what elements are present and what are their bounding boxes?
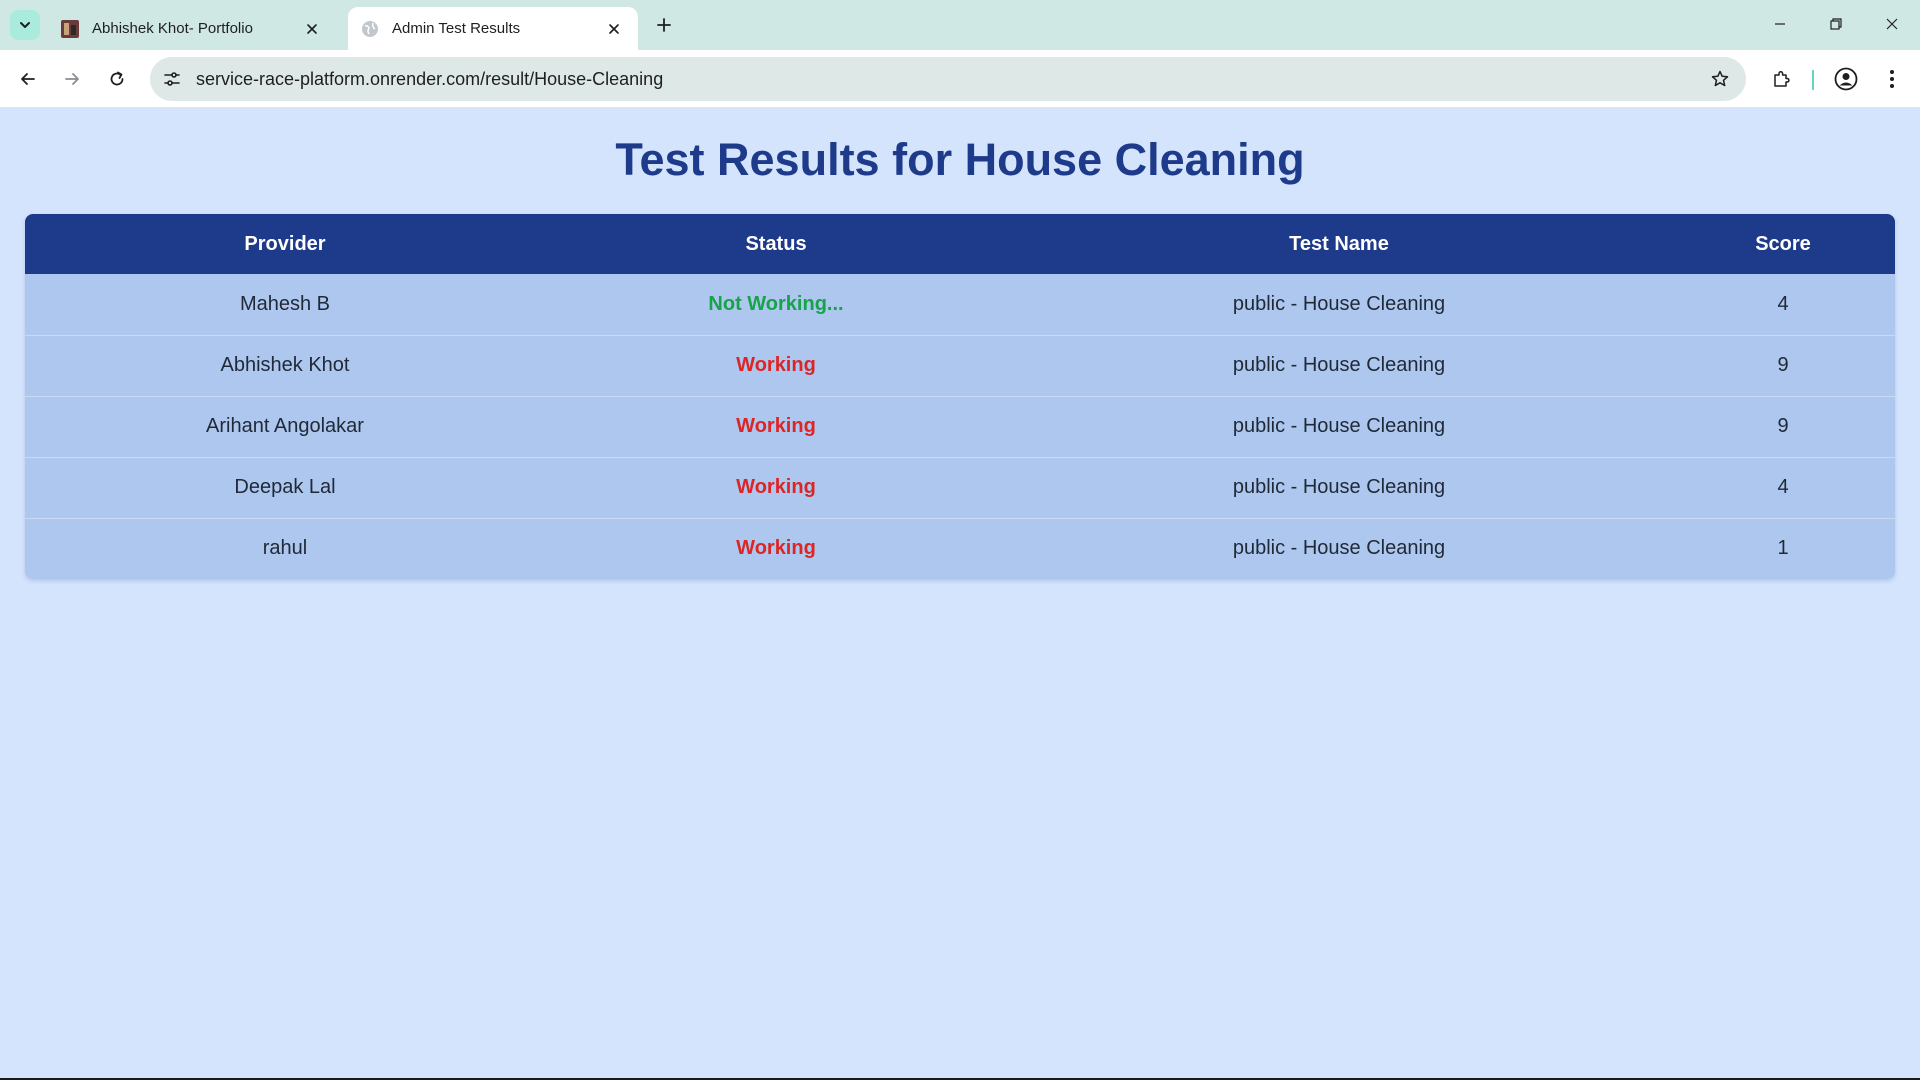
extensions-button[interactable] bbox=[1765, 63, 1797, 95]
table-row: rahul Working public - House Cleaning 1 bbox=[25, 518, 1895, 579]
more-vert-icon bbox=[1890, 70, 1894, 88]
window-controls bbox=[1752, 0, 1920, 48]
url-text[interactable]: service-race-platform.onrender.com/resul… bbox=[196, 69, 1702, 90]
provider-cell: Arihant Angolakar bbox=[206, 415, 364, 437]
globe-icon bbox=[360, 19, 380, 39]
results-table: Provider Status Test Name Score Mahesh B… bbox=[25, 214, 1895, 579]
table-row: Abhishek Khot Working public - House Cle… bbox=[25, 335, 1895, 396]
header-provider: Provider bbox=[244, 232, 326, 255]
test-name-cell: public - House Cleaning bbox=[1232, 292, 1446, 315]
tune-icon bbox=[164, 72, 180, 86]
menu-button[interactable] bbox=[1876, 63, 1908, 95]
profile-button[interactable] bbox=[1830, 63, 1862, 95]
forward-arrow-icon bbox=[65, 73, 79, 85]
provider-cell: Abhishek Khot bbox=[220, 354, 350, 376]
header-score: Score bbox=[1755, 232, 1811, 255]
table-row: Deepak Lal Working public - House Cleani… bbox=[25, 457, 1895, 518]
score-cell: 4 bbox=[1777, 476, 1789, 498]
provider-cell: Deepak Lal bbox=[234, 476, 336, 498]
provider-cell: rahul bbox=[262, 537, 308, 560]
tab-portfolio[interactable]: Abhishek Khot- Portfolio bbox=[48, 7, 336, 50]
provider-cell: Mahesh B bbox=[239, 292, 331, 315]
tab-title: Admin Test Results bbox=[392, 20, 521, 37]
puzzle-icon bbox=[1774, 70, 1790, 87]
header-status: Status bbox=[745, 232, 807, 255]
chevron-down-icon bbox=[20, 22, 30, 28]
profile-icon bbox=[1834, 67, 1858, 91]
browser-toolbar: service-race-platform.onrender.com/resul… bbox=[0, 50, 1920, 108]
test-name-cell: public - House Cleaning bbox=[1232, 415, 1446, 437]
status-cell: Working bbox=[736, 415, 816, 437]
minimize-button[interactable] bbox=[1752, 0, 1808, 48]
page-content: Test Results for House Cleaning Provider… bbox=[0, 108, 1920, 1078]
star-icon bbox=[1711, 70, 1729, 87]
page-title: Test Results for House Cleaning bbox=[615, 134, 1305, 185]
plus-icon bbox=[657, 18, 671, 32]
table-header-row: Provider Status Test Name Score bbox=[25, 214, 1895, 274]
table-row: Arihant Angolakar Working public - House… bbox=[25, 396, 1895, 457]
score-cell: 9 bbox=[1777, 354, 1789, 376]
portfolio-favicon bbox=[60, 19, 80, 39]
back-arrow-icon bbox=[21, 73, 35, 85]
status-cell: Working bbox=[736, 476, 816, 498]
score-cell: 1 bbox=[1777, 537, 1789, 560]
tab-strip: Abhishek Khot- Portfolio Admin Test Resu… bbox=[0, 0, 1920, 50]
close-tab-icon[interactable] bbox=[602, 17, 626, 41]
status-cell: Working bbox=[736, 354, 816, 376]
close-tab-icon[interactable] bbox=[300, 17, 324, 41]
forward-button[interactable] bbox=[56, 63, 88, 95]
close-icon bbox=[1886, 18, 1898, 30]
close-window-button[interactable] bbox=[1864, 0, 1920, 48]
score-cell: 9 bbox=[1777, 415, 1789, 437]
test-name-cell: public - House Cleaning bbox=[1232, 476, 1446, 498]
restore-button[interactable] bbox=[1808, 0, 1864, 48]
header-test-name: Test Name bbox=[1289, 232, 1389, 255]
new-tab-button[interactable] bbox=[650, 11, 678, 39]
restore-icon bbox=[1830, 18, 1842, 30]
table-row: Mahesh B Not Working... public - House C… bbox=[25, 274, 1895, 335]
reload-button[interactable] bbox=[101, 63, 133, 95]
test-name-cell: public - House Cleaning bbox=[1232, 537, 1446, 560]
score-cell: 4 bbox=[1777, 292, 1789, 315]
reload-icon bbox=[110, 71, 124, 86]
status-cell: Not Working... bbox=[708, 292, 844, 315]
back-button[interactable] bbox=[12, 63, 44, 95]
address-bar[interactable]: service-race-platform.onrender.com/resul… bbox=[150, 57, 1746, 101]
bookmark-button[interactable] bbox=[1702, 61, 1738, 97]
toolbar-divider bbox=[1812, 70, 1814, 90]
tab-admin-test-results[interactable]: Admin Test Results bbox=[348, 7, 638, 50]
tab-title: Abhishek Khot- Portfolio bbox=[92, 20, 253, 37]
status-cell: Working bbox=[736, 537, 816, 560]
site-info-button[interactable] bbox=[152, 59, 192, 99]
minimize-icon bbox=[1775, 23, 1785, 25]
tab-search-button[interactable] bbox=[10, 10, 40, 40]
test-name-cell: public - House Cleaning bbox=[1232, 354, 1446, 376]
